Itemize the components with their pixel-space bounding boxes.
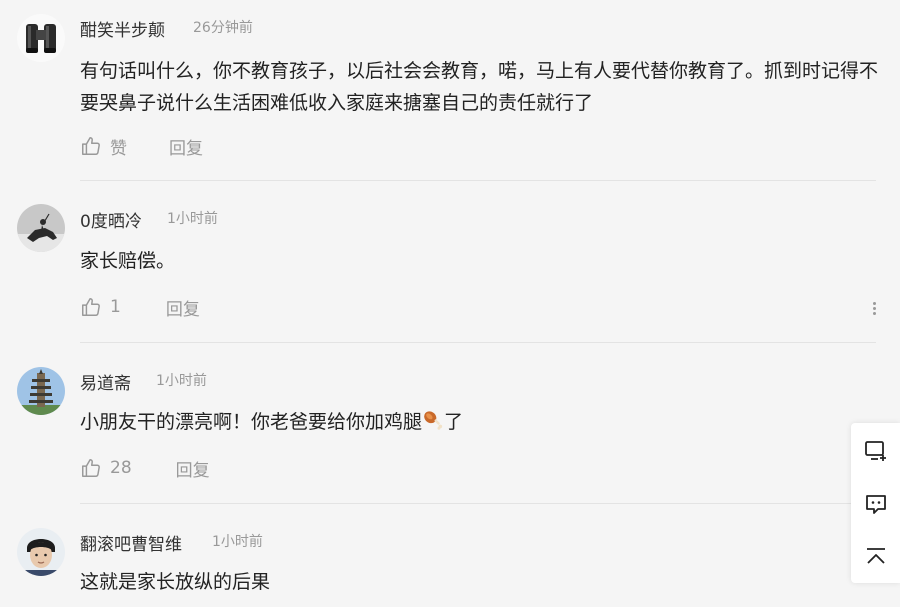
comment-text-tail: 了 <box>444 411 464 433</box>
floating-toolbar <box>851 423 900 583</box>
like-button[interactable]: 1 <box>80 296 121 318</box>
avatar[interactable] <box>17 204 65 252</box>
comment-actions: 赞 回复 <box>80 134 203 159</box>
reply-button[interactable]: 回复 <box>176 456 210 481</box>
reply-button[interactable]: 回复 <box>169 134 203 159</box>
avatar[interactable] <box>17 367 65 415</box>
reply-button[interactable]: 回复 <box>166 295 200 320</box>
comment-text: 家长赔偿。 <box>80 250 176 272</box>
person-avatar-icon <box>17 528 65 576</box>
rider-avatar-icon <box>17 204 65 252</box>
divider <box>80 342 876 343</box>
comment-text: 有句话叫什么，你不教育孩子，以后社会会教育，喏，马上有人要代替你教育了。抓到时记… <box>80 60 879 114</box>
back-to-top-icon <box>867 548 885 564</box>
timestamp: 1小时前 <box>212 534 263 550</box>
timestamp: 1小时前 <box>156 373 207 389</box>
comment-text-main: 小朋友干的漂亮啊！你老爸要给你加鸡腿 <box>80 411 423 433</box>
avatar[interactable] <box>17 528 65 576</box>
comment-text: 这就是家长放纵的后果 <box>80 571 271 593</box>
thumbs-up-icon <box>82 137 100 155</box>
avatar[interactable] <box>17 14 65 62</box>
screen-add-button[interactable] <box>863 438 889 464</box>
screen-add-icon <box>865 441 886 461</box>
username[interactable]: 0度晒冷 <box>80 207 142 232</box>
pagoda-avatar-icon <box>17 367 65 415</box>
username[interactable]: 翻滚吧曹智维 <box>80 530 182 555</box>
like-button[interactable]: 赞 <box>80 134 127 159</box>
thumbs-up-icon <box>82 459 100 477</box>
comment-actions: 1 回复 <box>80 295 200 320</box>
divider <box>80 180 876 181</box>
comment-list: 酣笑半步颠 26分钟前 有句话叫什么，你不教育孩子，以后社会会教育，喏，马上有人… <box>0 0 900 607</box>
username[interactable]: 酣笑半步颠 <box>80 16 165 41</box>
timestamp: 26分钟前 <box>193 20 253 36</box>
more-options-icon[interactable] <box>866 300 882 320</box>
binoculars-avatar-icon <box>17 14 65 62</box>
like-count: 1 <box>110 297 121 317</box>
comment-button[interactable] <box>863 491 889 517</box>
like-button[interactable]: 28 <box>80 457 132 479</box>
thumbs-up-icon <box>82 298 100 316</box>
comment-icon <box>866 495 886 514</box>
drumstick-icon <box>424 411 443 430</box>
timestamp: 1小时前 <box>167 211 218 227</box>
comment-actions: 28 回复 <box>80 456 210 481</box>
divider <box>80 503 876 504</box>
back-to-top-button[interactable] <box>863 544 889 570</box>
username[interactable]: 易道斋 <box>80 369 131 394</box>
like-count: 28 <box>110 458 132 478</box>
comment-text: 小朋友干的漂亮啊！你老爸要给你加鸡腿 了 <box>80 406 880 438</box>
like-label: 赞 <box>110 138 127 159</box>
